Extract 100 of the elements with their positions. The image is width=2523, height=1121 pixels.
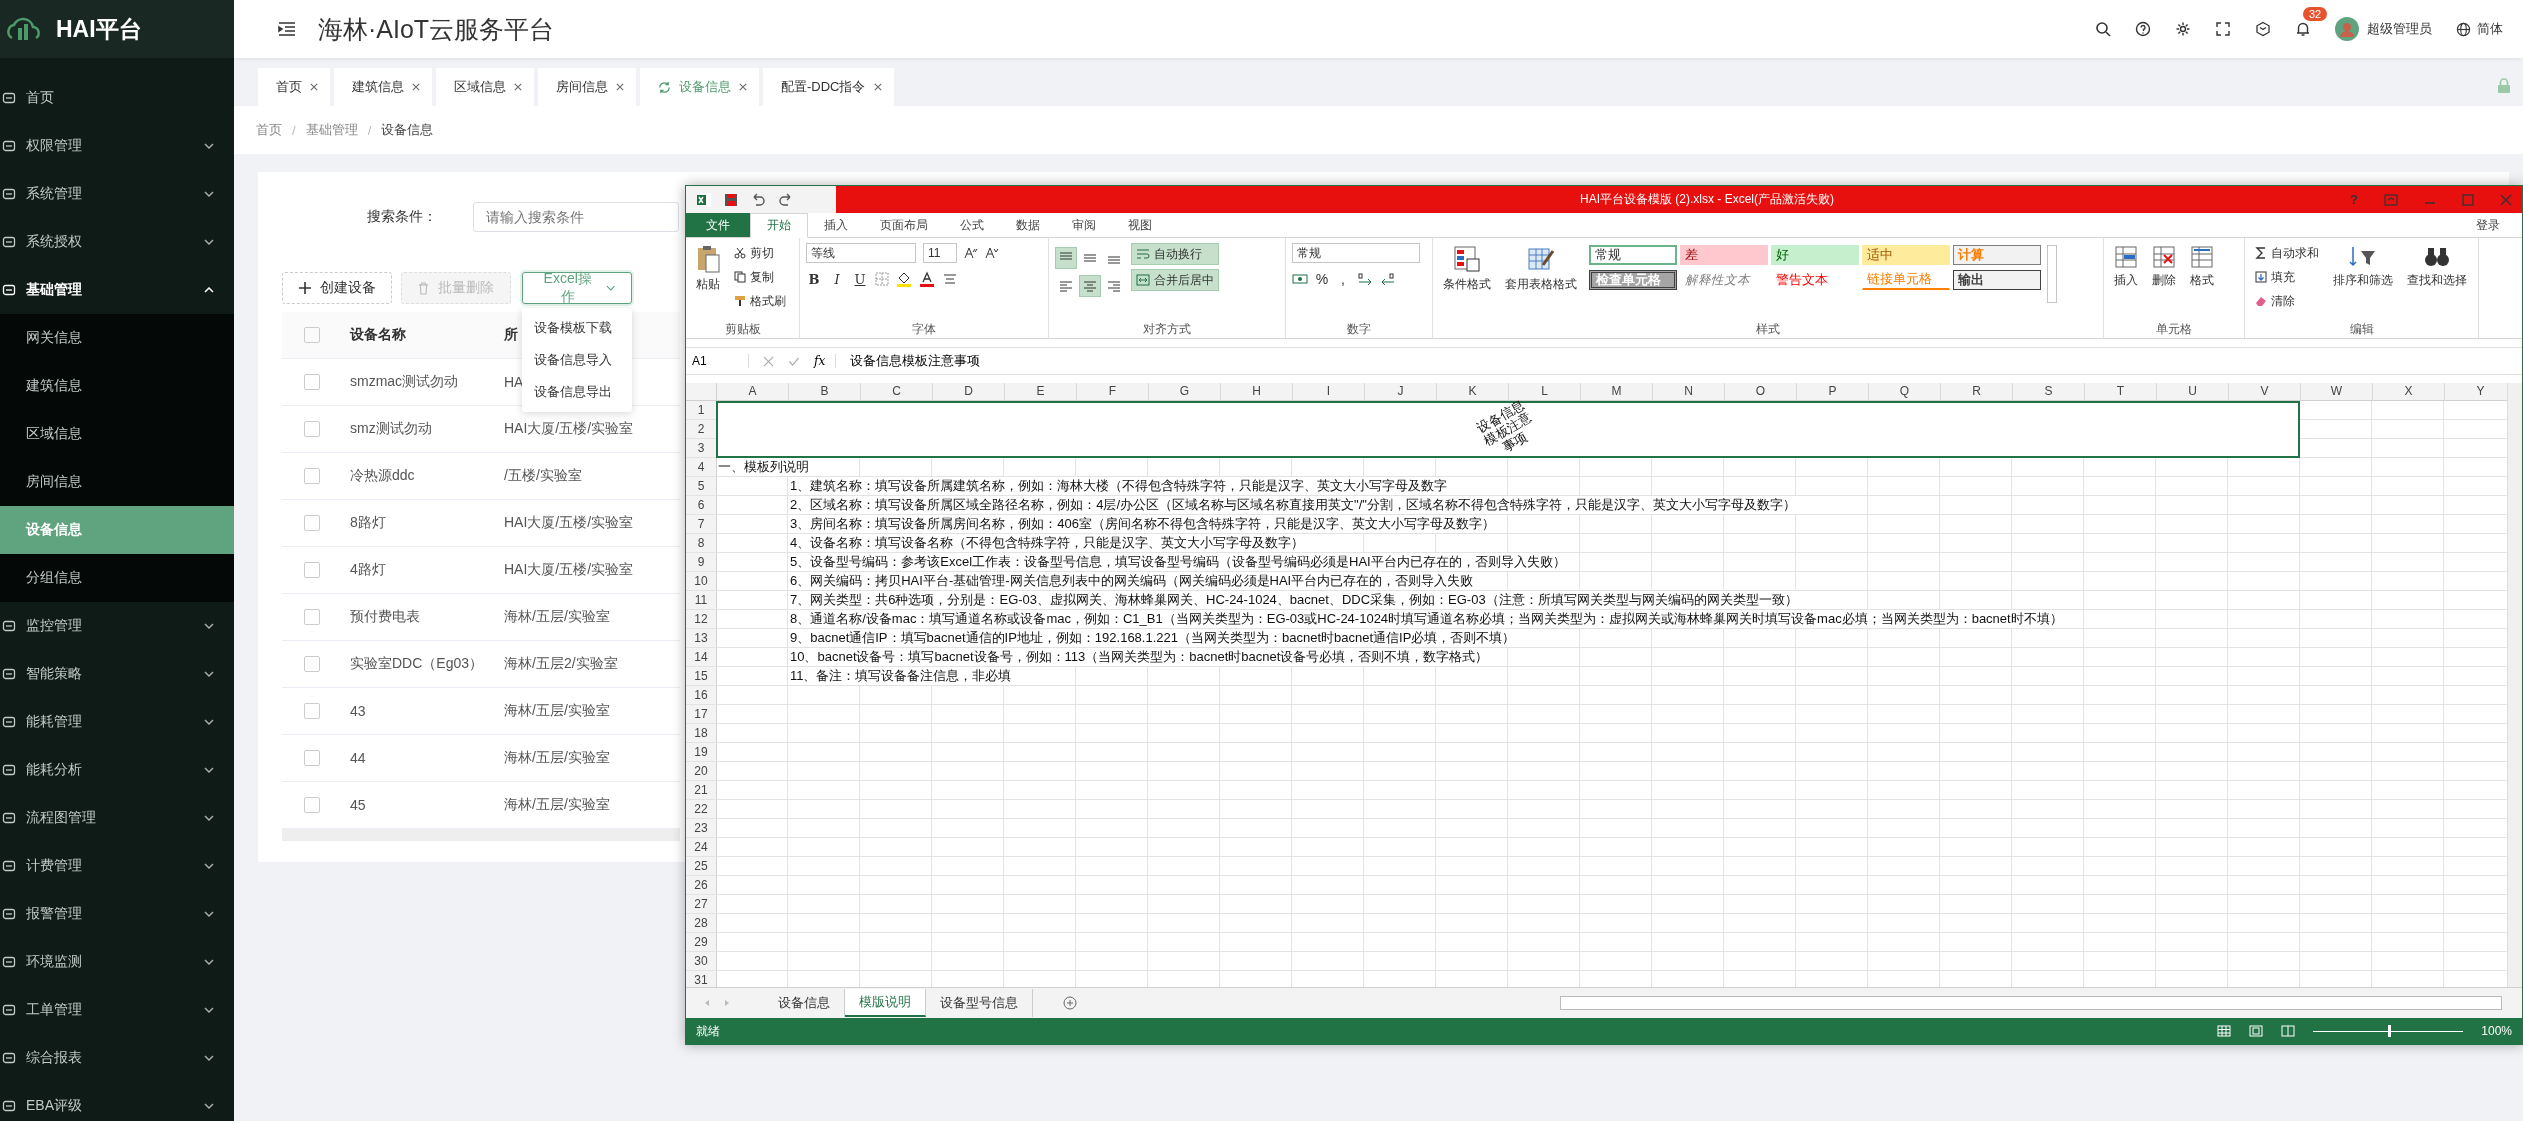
cut-button[interactable]: 剪切 <box>730 243 790 263</box>
page-tab[interactable]: 配置-DDC指令 <box>763 68 894 106</box>
row-header[interactable]: 26 <box>686 876 717 894</box>
column-header[interactable]: H <box>1221 383 1293 400</box>
row-header[interactable]: 11 <box>686 591 717 609</box>
sidebar-subitem[interactable]: 分组信息 <box>0 554 234 602</box>
format-button[interactable]: 格式 <box>2186 243 2218 291</box>
sidebar-item[interactable]: 流程图管理 <box>0 794 234 842</box>
sheet-tab[interactable]: 设备型号信息 <box>926 989 1033 1017</box>
column-header[interactable]: M <box>1581 383 1653 400</box>
column-header[interactable]: V <box>2229 383 2301 400</box>
name-box[interactable]: A1 <box>686 354 749 368</box>
ribbon-tab[interactable]: 页面布局 <box>864 213 944 237</box>
italic-button[interactable]: I <box>829 271 845 287</box>
row-header[interactable]: 3 <box>686 439 717 457</box>
wrap-text-button[interactable]: 自动换行 <box>1131 243 1219 265</box>
close-icon[interactable] <box>514 83 522 91</box>
column-header[interactable]: N <box>1653 383 1725 400</box>
column-header[interactable]: E <box>1005 383 1077 400</box>
language-name[interactable]: 简体 <box>2477 20 2503 38</box>
row-header[interactable]: 15 <box>686 667 717 685</box>
row-header[interactable]: 7 <box>686 515 717 533</box>
checkbox[interactable] <box>304 515 320 531</box>
ribbon-tab[interactable]: 文件 <box>686 213 750 237</box>
breadcrumb-link[interactable]: 基础管理 <box>305 121 358 139</box>
sidebar-subitem[interactable]: 区域信息 <box>0 410 234 458</box>
search-icon[interactable] <box>2095 21 2111 37</box>
ribbon-tab[interactable]: 视图 <box>1112 213 1168 237</box>
checkbox[interactable] <box>304 656 320 672</box>
column-header[interactable]: P <box>1797 383 1869 400</box>
page-tab[interactable]: 首页 <box>258 68 330 106</box>
page-tab[interactable]: 房间信息 <box>538 68 636 106</box>
borders-icon[interactable] <box>875 272 889 286</box>
cell-style[interactable]: 好 <box>1771 245 1859 265</box>
checkbox[interactable] <box>304 374 320 390</box>
sidebar-item[interactable]: 监控管理 <box>0 602 234 650</box>
ribbon-tab[interactable]: 插入 <box>808 213 864 237</box>
format-painter-button[interactable]: 格式刷 <box>730 291 790 311</box>
gallery-scroll[interactable] <box>2047 245 2057 303</box>
row-header[interactable]: 27 <box>686 895 717 913</box>
conditional-format-button[interactable]: 条件格式 <box>1439 243 1495 295</box>
sidebar-item[interactable]: 报警管理 <box>0 890 234 938</box>
checkbox[interactable] <box>304 703 320 719</box>
row-header[interactable]: 9 <box>686 553 717 571</box>
column-header[interactable]: B <box>789 383 861 400</box>
cell-style[interactable]: 输出 <box>1953 270 2041 290</box>
row-header[interactable]: 22 <box>686 800 717 818</box>
row-header[interactable]: 24 <box>686 838 717 856</box>
increase-decimal-icon[interactable] <box>1357 273 1373 285</box>
help-icon[interactable] <box>2135 21 2151 37</box>
checkbox[interactable] <box>304 797 320 813</box>
sidebar-item[interactable]: 智能策略 <box>0 650 234 698</box>
column-header[interactable]: S <box>2013 383 2085 400</box>
column-header[interactable]: K <box>1437 383 1509 400</box>
fill-button[interactable]: 填充 <box>2251 267 2323 287</box>
close-icon[interactable] <box>739 83 747 91</box>
cell-style[interactable]: 警告文本 <box>1771 270 1859 290</box>
column-header[interactable]: I <box>1293 383 1365 400</box>
row-header[interactable]: 30 <box>686 952 717 970</box>
sidebar-item[interactable]: 综合报表 <box>0 1034 234 1082</box>
ribbon-tab[interactable]: 审阅 <box>1056 213 1112 237</box>
fill-color-icon[interactable] <box>896 271 912 287</box>
column-header[interactable]: U <box>2157 383 2229 400</box>
row-header[interactable]: 17 <box>686 705 717 723</box>
font-name-dropdown[interactable]: 等线 <box>806 243 916 263</box>
sidebar-item[interactable]: EBA评级 <box>0 1082 234 1121</box>
sidebar-subitem[interactable]: 房间信息 <box>0 458 234 506</box>
row-header[interactable]: 13 <box>686 629 717 647</box>
settings-icon[interactable] <box>2175 21 2191 37</box>
sidebar-item[interactable]: 能耗分析 <box>0 746 234 794</box>
sidebar-item[interactable]: 基础管理 <box>0 266 234 314</box>
font-size-dropdown[interactable]: 11 <box>923 243 957 263</box>
copy-button[interactable]: 复制 <box>730 267 790 287</box>
row-header[interactable]: 19 <box>686 743 717 761</box>
sidebar-item[interactable]: 首页 <box>0 74 234 122</box>
row-header[interactable]: 14 <box>686 648 717 666</box>
column-header[interactable]: L <box>1509 383 1581 400</box>
sidebar-item[interactable]: 权限管理 <box>0 122 234 170</box>
row-header[interactable]: 28 <box>686 914 717 932</box>
row-header[interactable]: 20 <box>686 762 717 780</box>
cancel-icon[interactable] <box>763 355 774 367</box>
checkbox[interactable] <box>304 562 320 578</box>
create-button[interactable]: 创建设备 <box>282 272 392 304</box>
menu-icon[interactable] <box>278 22 296 36</box>
row-header[interactable]: 18 <box>686 724 717 742</box>
delete-cells-button[interactable]: 删除 <box>2148 243 2180 291</box>
align-button[interactable] <box>1055 247 1077 269</box>
insert-function-button[interactable]: fx <box>814 354 837 368</box>
sidebar-item[interactable]: 系统管理 <box>0 170 234 218</box>
cell-style[interactable]: 常规 <box>1589 245 1677 265</box>
sidebar-item[interactable]: 工单管理 <box>0 986 234 1034</box>
sidebar-item[interactable]: 计费管理 <box>0 842 234 890</box>
row-header[interactable]: 5 <box>686 477 717 495</box>
page-break-icon[interactable] <box>2281 1025 2296 1037</box>
menu-item[interactable]: 设备信息导入 <box>522 344 632 376</box>
column-header[interactable]: T <box>2085 383 2157 400</box>
sidebar-item[interactable]: 系统授权 <box>0 218 234 266</box>
page-layout-icon[interactable] <box>2249 1025 2264 1037</box>
cell-style[interactable]: 解释性文本 <box>1680 270 1768 290</box>
row-header[interactable]: 1 <box>686 401 717 419</box>
